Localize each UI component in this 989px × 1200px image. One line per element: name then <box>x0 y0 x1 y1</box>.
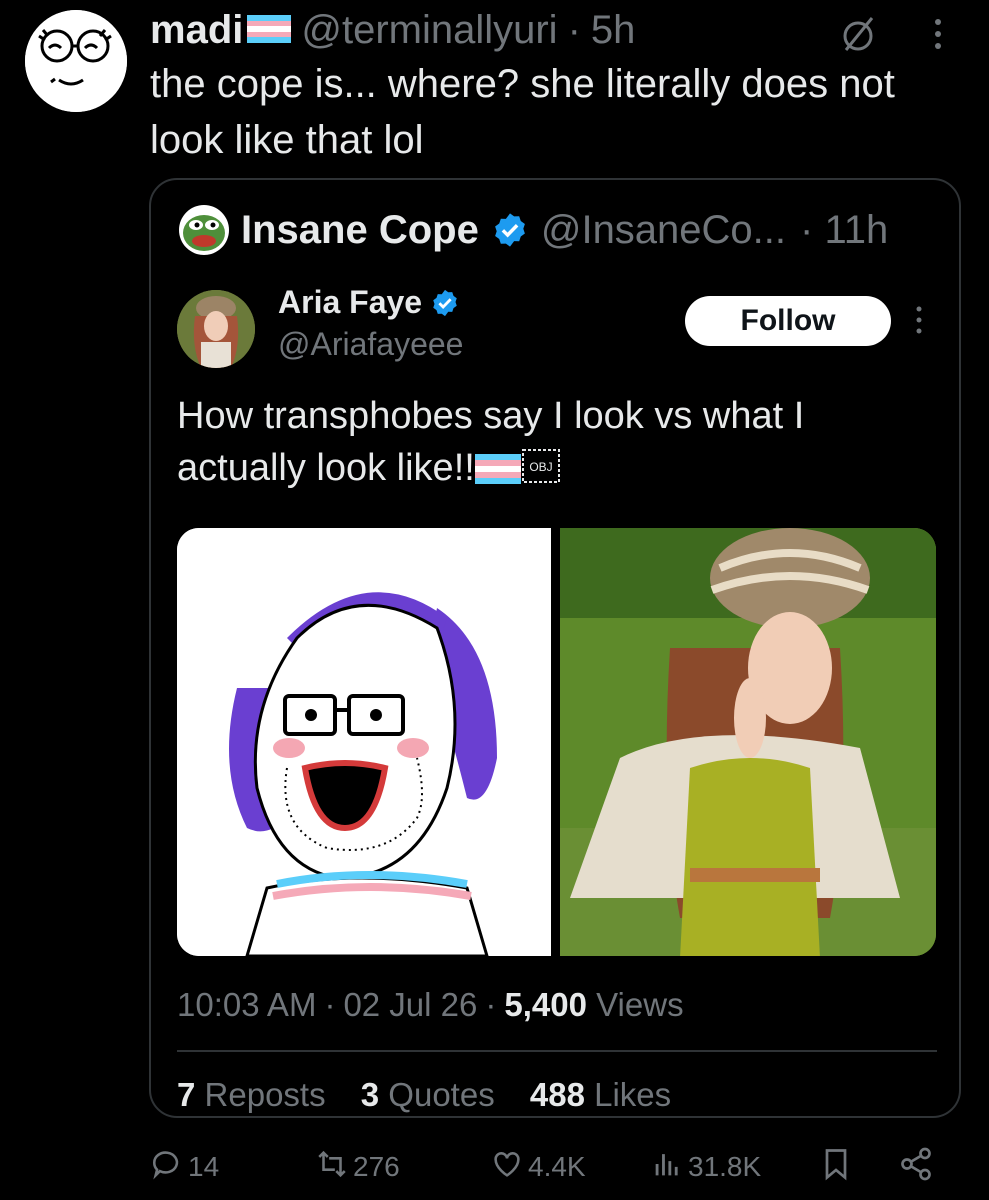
separator-dot: · <box>324 986 336 1023</box>
verified-badge-icon <box>430 288 460 318</box>
cartoon-image[interactable] <box>177 528 551 956</box>
embedded-views-label: Views <box>596 986 684 1023</box>
embedded-quotes-label: Quotes <box>388 1076 495 1113</box>
embedded-author-avatar[interactable] <box>177 290 255 368</box>
verified-badge-icon <box>491 211 529 249</box>
views-button[interactable]: 31.8K <box>650 1142 761 1192</box>
embedded-likes-stat[interactable]: 488 Likes <box>530 1076 671 1113</box>
like-button[interactable]: 4.4K <box>490 1142 586 1192</box>
embedded-views-count: 5,400 <box>504 986 587 1023</box>
share-icon <box>898 1146 938 1189</box>
views-bar-icon <box>650 1147 688 1188</box>
tweet-text: the cope is... where? she literally does… <box>150 62 895 162</box>
embedded-reposts-label: Reposts <box>204 1076 326 1113</box>
embedded-timestamp[interactable]: 10:03 AM <box>177 986 316 1023</box>
embedded-stats: 7 Reposts 3 Quotes 488 Likes <box>177 1076 697 1114</box>
embedded-author-name-text: Aria Faye <box>278 284 423 320</box>
embedded-reposts-count: 7 <box>177 1076 196 1113</box>
embedded-reposts-stat[interactable]: 7 Reposts <box>177 1076 326 1113</box>
views-count: 31.8K <box>688 1151 762 1182</box>
embedded-quotes-count: 3 <box>360 1076 380 1113</box>
tweet-header: madi @terminallyuri · 5h <box>150 8 635 56</box>
follow-button[interactable]: Follow <box>685 296 891 346</box>
quote-author-name[interactable]: Insane Cope <box>241 208 479 253</box>
heart-icon <box>490 1147 528 1188</box>
embedded-date[interactable]: 02 Jul 26 <box>343 986 477 1023</box>
like-count: 4.4K <box>528 1151 586 1182</box>
obj-placeholder-icon: OBJ <box>521 446 561 498</box>
author-name[interactable]: madi <box>150 8 243 53</box>
bookmark-icon <box>818 1146 858 1189</box>
divider <box>177 1050 937 1052</box>
embedded-author-handle[interactable]: @Ariafayeee <box>278 326 463 363</box>
trans-flag-icon <box>247 8 292 43</box>
photo-image[interactable] <box>560 528 936 956</box>
embedded-likes-count: 488 <box>529 1076 585 1113</box>
share-button[interactable] <box>898 1142 938 1192</box>
post-time[interactable]: 5h <box>591 8 636 53</box>
reply-icon <box>150 1147 188 1188</box>
action-bar: 14 276 4.4K 31.8K <box>150 1142 950 1192</box>
more-vertical-icon[interactable] <box>911 302 927 338</box>
reply-count: 14 <box>188 1151 220 1182</box>
quote-time[interactable]: · 11h <box>800 208 888 253</box>
embedded-likes-label: Likes <box>594 1076 672 1113</box>
bookmark-button[interactable] <box>818 1142 858 1192</box>
separator-dot: · <box>485 986 497 1023</box>
quote-tweet-card[interactable]: Insane Cope @InsaneCo... · 11h Aria Faye <box>149 178 961 1118</box>
embedded-author-name[interactable]: Aria Faye <box>278 284 460 321</box>
separator-dot: · <box>567 8 581 52</box>
embedded-tweet-text: How transphobes say I look vs what I act… <box>177 390 937 498</box>
repost-button[interactable]: 276 <box>315 1142 400 1192</box>
repost-icon <box>315 1147 353 1188</box>
author-avatar[interactable] <box>25 10 127 112</box>
author-handle[interactable]: @terminallyuri <box>301 8 557 53</box>
quote-header: Insane Cope @InsaneCo... · 11h <box>179 202 888 258</box>
trans-flag-icon <box>474 446 521 498</box>
repost-count: 276 <box>353 1151 400 1182</box>
tweet: madi @terminallyuri · 5h the cope is... … <box>0 0 989 1200</box>
embedded-meta: 10:03 AM · 02 Jul 26 · 5,400 Views <box>177 986 684 1024</box>
hide-eye-off-icon[interactable] <box>838 14 878 54</box>
obj-badge-text: OBJ <box>529 460 552 474</box>
reply-button[interactable]: 14 <box>150 1142 219 1192</box>
embedded-quotes-stat[interactable]: 3 Quotes <box>361 1076 495 1113</box>
quote-author-handle[interactable]: @InsaneCo... <box>541 208 786 253</box>
pepe-avatar[interactable] <box>179 205 229 255</box>
more-vertical-icon[interactable] <box>928 14 948 54</box>
